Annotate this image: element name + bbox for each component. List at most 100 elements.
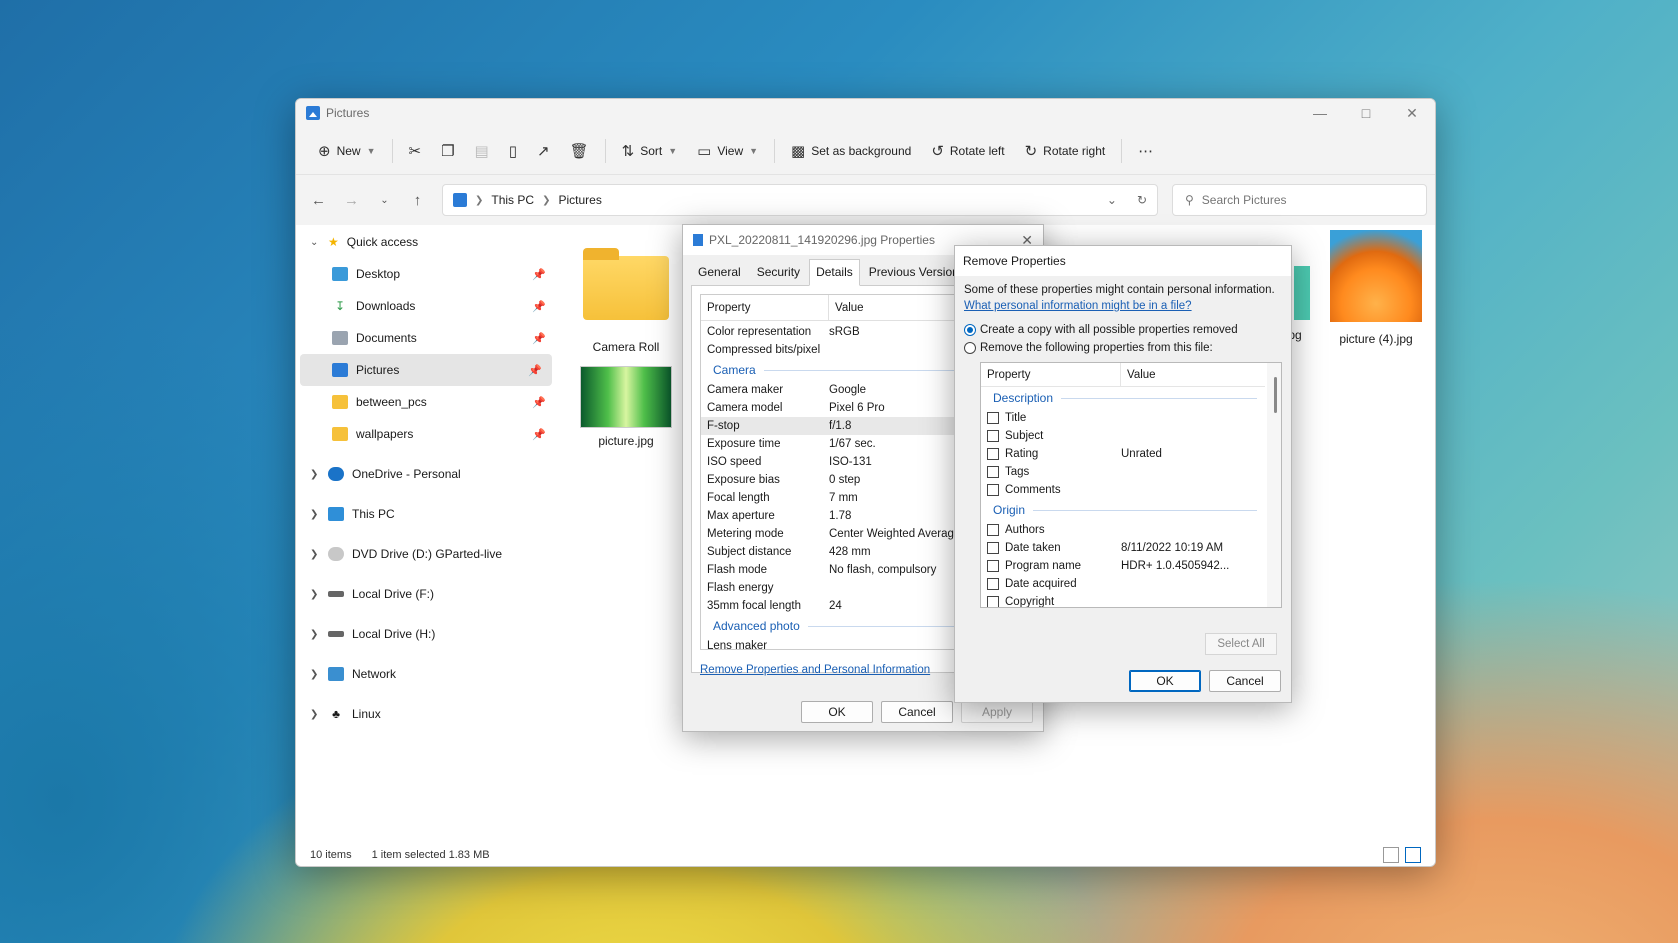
new-button[interactable]: ⊕ New ▼: [308, 135, 386, 167]
chevron-down-icon: ▼: [668, 145, 678, 156]
rename-icon: ▯: [508, 142, 517, 160]
file-item-camera-roll[interactable]: Camera Roll: [576, 248, 676, 354]
folder-icon: [332, 395, 348, 409]
list-item[interactable]: Date taken 8/11/2022 10:19 AM: [981, 539, 1281, 557]
details-view-icon[interactable]: [1383, 847, 1399, 863]
checkbox[interactable]: [987, 484, 999, 496]
copy-button[interactable]: ❐: [431, 135, 464, 167]
set-as-background-button[interactable]: ▩ Set as background: [781, 135, 921, 167]
cancel-button[interactable]: Cancel: [1209, 670, 1281, 692]
remove-property-list[interactable]: Property Value Description Title Subject …: [980, 362, 1282, 608]
file-item-picture-4[interactable]: picture (4).jpg: [1322, 230, 1430, 346]
rename-button[interactable]: ▯: [499, 135, 527, 167]
tab-security[interactable]: Security: [750, 259, 807, 285]
checkbox[interactable]: [987, 524, 999, 536]
tab-details[interactable]: Details: [809, 259, 860, 286]
list-item[interactable]: Date acquired: [981, 575, 1281, 593]
cut-button[interactable]: ✂: [399, 135, 432, 167]
list-item[interactable]: Rating Unrated: [981, 445, 1281, 463]
sidebar-item-wallpapers[interactable]: wallpapers 📌: [296, 418, 556, 450]
sidebar-item-pictures[interactable]: Pictures 📌: [300, 354, 552, 386]
maximize-button[interactable]: □: [1343, 99, 1389, 127]
paste-button[interactable]: ▤: [465, 135, 499, 167]
sidebar-item-desktop[interactable]: Desktop 📌: [296, 258, 556, 290]
address-dropdown-icon[interactable]: ⌄: [1107, 193, 1117, 207]
minimize-button[interactable]: —: [1297, 99, 1343, 127]
pictures-icon: [306, 106, 320, 120]
sidebar-item-quick-access[interactable]: ⌄ ★ Quick access: [296, 226, 556, 258]
sidebar-item-onedrive[interactable]: ❯ OneDrive - Personal: [296, 458, 556, 490]
drive-icon: [328, 591, 344, 597]
sidebar-item-documents[interactable]: Documents 📌: [296, 322, 556, 354]
checkbox[interactable]: [987, 430, 999, 442]
scissors-icon: ✂: [408, 142, 422, 160]
list-item[interactable]: Comments: [981, 481, 1281, 499]
view-button[interactable]: ▭ View ▼: [687, 135, 768, 167]
checkbox[interactable]: [987, 578, 999, 590]
list-item[interactable]: Copyright: [981, 593, 1281, 607]
address-bar[interactable]: ❯ This PC ❯ Pictures ⌄ ↻: [442, 184, 1158, 216]
rotate-left-button[interactable]: ↺ Rotate left: [921, 135, 1014, 167]
sidebar-item-between-pcs[interactable]: between_pcs 📌: [296, 386, 556, 418]
back-button[interactable]: ←: [304, 192, 333, 209]
forward-button[interactable]: →: [337, 192, 366, 209]
select-all-button[interactable]: Select All: [1205, 633, 1277, 655]
sort-button[interactable]: ⇅ Sort ▼: [612, 135, 688, 167]
checkbox[interactable]: [987, 560, 999, 572]
remove-properties-link[interactable]: Remove Properties and Personal Informati…: [700, 664, 930, 676]
list-item[interactable]: Title: [981, 409, 1281, 427]
view-icon: ▭: [697, 142, 712, 160]
pictures-icon: [332, 363, 348, 377]
delete-button[interactable]: 🗑: [560, 135, 599, 167]
list-item[interactable]: Tags: [981, 463, 1281, 481]
column-header-property[interactable]: Property: [981, 363, 1121, 387]
share-button[interactable]: ↗: [527, 135, 560, 167]
image-thumbnail: [1294, 266, 1310, 320]
scrollbar-thumb[interactable]: [1274, 377, 1277, 413]
column-header-property[interactable]: Property: [701, 295, 829, 321]
breadcrumb-this-pc[interactable]: This PC: [491, 193, 534, 207]
personal-info-link[interactable]: What personal information might be in a …: [964, 300, 1192, 312]
sidebar-item-this-pc[interactable]: ❯ This PC: [296, 498, 556, 530]
checkbox[interactable]: [987, 466, 999, 478]
checkbox[interactable]: [987, 448, 999, 460]
folder-icon: [332, 427, 348, 441]
penguin-icon: ♣: [332, 707, 340, 721]
copy-icon: ❐: [441, 142, 455, 160]
breadcrumb-pictures[interactable]: Pictures: [558, 193, 601, 207]
search-box[interactable]: ⚲: [1172, 184, 1427, 216]
list-item[interactable]: Subject: [981, 427, 1281, 445]
more-options-button[interactable]: ⋯: [1128, 135, 1163, 167]
radio-remove-following[interactable]: Remove the following properties from thi…: [964, 342, 1282, 354]
sidebar-item-linux[interactable]: ❯ ♣ Linux: [296, 698, 556, 730]
list-item[interactable]: Program name HDR+ 1.0.4505942...: [981, 557, 1281, 575]
sidebar-item-dvd-drive[interactable]: ❯ DVD Drive (D:) GParted-live: [296, 538, 556, 570]
close-button[interactable]: ✕: [1389, 99, 1435, 127]
ok-button[interactable]: OK: [1129, 670, 1201, 692]
checkbox[interactable]: [987, 596, 999, 607]
list-item[interactable]: Authors: [981, 521, 1281, 539]
recent-locations-button[interactable]: ⌄: [370, 195, 399, 206]
cancel-button[interactable]: Cancel: [881, 701, 953, 723]
list-scrollbar[interactable]: [1267, 363, 1281, 607]
column-header-value[interactable]: Value: [1121, 369, 1156, 381]
refresh-icon[interactable]: ↻: [1137, 193, 1147, 207]
sidebar-item-downloads[interactable]: ↧ Downloads 📌: [296, 290, 556, 322]
status-bar: 10 items 1 item selected 1.83 MB: [296, 844, 1435, 866]
navigation-pane: ⌄ ★ Quick access Desktop 📌 ↧ Downloads 📌 Docu…: [296, 226, 556, 844]
search-input[interactable]: [1201, 193, 1402, 207]
radio-create-copy[interactable]: Create a copy with all possible properti…: [964, 324, 1282, 336]
file-item-picture[interactable]: picture.jpg: [576, 366, 676, 448]
share-icon: ↗: [537, 142, 550, 160]
up-button[interactable]: ↑: [403, 192, 432, 209]
rotate-right-button[interactable]: ↻ Rotate right: [1015, 135, 1116, 167]
ok-button[interactable]: OK: [801, 701, 873, 723]
tab-general[interactable]: General: [691, 259, 748, 285]
apply-button[interactable]: Apply: [961, 701, 1033, 723]
checkbox[interactable]: [987, 542, 999, 554]
sidebar-item-local-drive-f[interactable]: ❯ Local Drive (F:): [296, 578, 556, 610]
checkbox[interactable]: [987, 412, 999, 424]
sidebar-item-network[interactable]: ❯ Network: [296, 658, 556, 690]
large-icons-view-icon[interactable]: [1405, 847, 1421, 863]
sidebar-item-local-drive-h[interactable]: ❯ Local Drive (H:): [296, 618, 556, 650]
